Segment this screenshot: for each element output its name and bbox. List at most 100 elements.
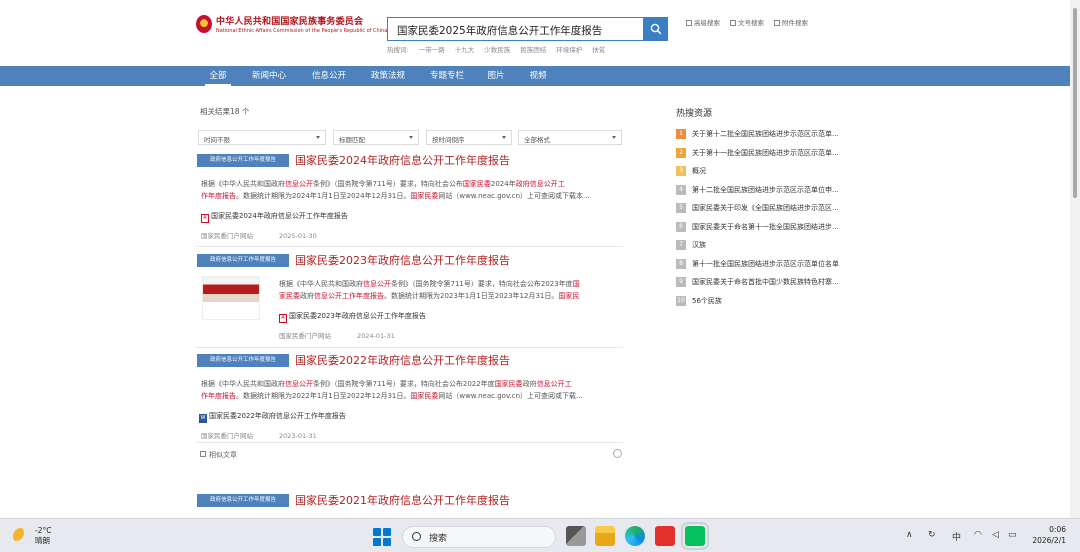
tab-info-disclosure[interactable]: 信息公开 <box>305 66 353 86</box>
national-emblem-icon <box>196 15 212 33</box>
hot-word[interactable]: 民族团结 <box>520 44 546 54</box>
result-title-link[interactable]: 国家民委2024年政府信息公开工作年度报告 <box>295 152 510 168</box>
tab-news[interactable]: 新闻中心 <box>245 66 293 86</box>
snippet-text: 根据《中华人民共和国政府 <box>201 180 285 188</box>
system-clock[interactable]: 0:06 2026/2/1 <box>1032 524 1066 546</box>
hot-word[interactable]: 扶贫 <box>592 44 605 54</box>
task-view-icon[interactable] <box>566 526 586 546</box>
site-logo[interactable]: 中华人民共和国国家民族事务委员会 National Ethnic Affairs… <box>196 14 387 34</box>
temperature: -2°C <box>35 526 52 535</box>
tab-images[interactable]: 图片 <box>482 66 510 86</box>
browser-window: 中华人民共和国国家民族事务委员会 National Ethnic Affairs… <box>0 0 1080 518</box>
taskbar-search[interactable]: 搜索 <box>402 526 556 548</box>
attachment-link[interactable]: A 国家民委2024年政府信息公开工作年度报告 <box>201 211 348 223</box>
weather-widget[interactable]: -2°C 晴朗 <box>13 526 51 546</box>
hot-resource-item[interactable]: 4 第十二批全国民族团结进步示范区示范单位申... <box>676 181 866 200</box>
result-date: 2024-01-31 <box>357 332 395 340</box>
input-method-indicator[interactable]: 中 <box>952 530 961 543</box>
hot-word[interactable]: 环境保护 <box>556 44 582 54</box>
snippet-line: 根据《中华人民共和国政府信息公开条例》（国务院令第711号）要求，特向社会公布国… <box>201 178 590 190</box>
category-badge: 政府信息公开工作年度报告 <box>197 494 289 507</box>
snippet-line: 根据《中华人民共和国政府信息公开条例》（国务院令第711号）要求，特向社会公布2… <box>201 378 583 390</box>
volume-icon[interactable]: ◁ <box>992 530 999 540</box>
attachment-icon <box>774 20 780 26</box>
snippet-text: 网站（www.neac.gov.cn）上可查阅或下载... <box>438 392 583 400</box>
sync-icon[interactable]: ↻ <box>928 530 936 540</box>
result-source: 国家民委门户网站 <box>201 232 253 240</box>
tab-special-topics[interactable]: 专题专栏 <box>423 66 471 86</box>
attachment-link[interactable]: A 国家民委2023年政府信息公开工作年度报告 <box>279 311 426 323</box>
highlighted-keyword: 国家民委 <box>494 380 523 388</box>
hot-word[interactable]: 少数民族 <box>484 44 510 54</box>
hot-resource-item[interactable]: 7 汉族 <box>676 236 866 255</box>
hot-resource-item[interactable]: 6 国家民委关于命名第十一批全国民族团结进步... <box>676 218 866 237</box>
sort-filter-select[interactable]: 按时间倒序 <box>426 130 512 145</box>
file-explorer-icon[interactable] <box>595 526 615 546</box>
snippet-text: 2024年 <box>490 180 516 188</box>
hot-resources-title: 热搜资源 <box>676 109 713 119</box>
search-mode-links: 高级搜索 文号搜索 附件搜索 <box>686 17 808 27</box>
result-date: 2023-01-31 <box>279 432 317 440</box>
word-doc-icon: W <box>199 414 207 423</box>
result-source: 国家民委门户网站 <box>201 432 253 440</box>
result-thumbnail[interactable] <box>202 276 260 320</box>
snippet-line: 家民委政府信息公开工作年度报告。数据统计期限为2023年1月1日至2023年12… <box>279 290 580 302</box>
pdf-icon: A <box>279 314 287 323</box>
result-title-link[interactable]: 国家民委2023年政府信息公开工作年度报告 <box>295 252 510 268</box>
tab-policy[interactable]: 政策法规 <box>364 66 412 86</box>
hot-resource-item[interactable]: 8 第十一批全国民族团结进步示范区示范单位名单 <box>676 255 866 274</box>
logo-subtitle: National Ethnic Affairs Commission of th… <box>216 28 388 34</box>
search-icon <box>412 532 421 541</box>
snippet-text: 政府 <box>300 292 314 300</box>
logo-title: 中华人民共和国国家民族事务委员会 <box>216 17 364 27</box>
hot-resource-item[interactable]: 9 国家民委关于命名首批中国少数民族特色村寨... <box>676 273 866 292</box>
search-result: 政府信息公开工作年度报告 国家民委2024年政府信息公开工作年度报告 根据《中华… <box>197 154 623 244</box>
hot-word[interactable]: 一带一路 <box>419 44 445 54</box>
result-title-link[interactable]: 国家民委2021年政府信息公开工作年度报告 <box>295 492 510 508</box>
category-badge: 政府信息公开工作年度报告 <box>197 154 289 167</box>
wifi-icon[interactable]: ◠ <box>974 530 982 540</box>
scrollbar-thumb[interactable] <box>1073 8 1077 198</box>
snippet-text: 网站（www.neac.gov.cn）上可查阅或下载本... <box>438 192 590 200</box>
match-filter-select[interactable]: 标题匹配 <box>333 130 419 145</box>
tab-all[interactable]: 全部 <box>203 66 233 86</box>
result-title-link[interactable]: 国家民委2022年政府信息公开工作年度报告 <box>295 352 510 368</box>
start-button[interactable] <box>373 528 391 546</box>
tab-videos[interactable]: 视频 <box>524 66 552 86</box>
snippet-line: 作年度报告。数据统计期限为2024年1月1日至2024年12月31日。国家民委网… <box>201 190 590 202</box>
chevron-up-icon[interactable]: ∧ <box>906 530 913 540</box>
snippet-text: 。数据统计期限为2022年1月1日至2022年12月31日。 <box>236 392 411 400</box>
hot-word[interactable]: 十九大 <box>455 44 475 54</box>
advanced-search-link[interactable]: 高级搜索 <box>686 17 720 27</box>
edge-browser-icon[interactable] <box>625 526 645 546</box>
time-filter-select[interactable]: 时间不限 <box>198 130 326 145</box>
result-divider <box>197 347 623 348</box>
result-meta: 国家民委门户网站 2024-01-31 <box>279 330 395 340</box>
hot-resource-item[interactable]: 2 关于第十一批全国民族团结进步示范区示范单... <box>676 144 866 163</box>
highlighted-keyword: 信息公开工 <box>536 380 572 388</box>
hot-resource-item[interactable]: 1 关于第十二批全国民族团结进步示范区示范单... <box>676 125 866 144</box>
collapse-icon[interactable] <box>613 449 622 458</box>
search-button[interactable] <box>643 17 668 41</box>
battery-icon[interactable]: ▭ <box>1008 530 1017 540</box>
format-filter-select[interactable]: 全部格式 <box>518 130 622 145</box>
search-result: 政府信息公开工作年度报告 国家民委2022年政府信息公开工作年度报告 根据《中华… <box>197 354 623 444</box>
hot-resources-panel: 热搜资源 1 关于第十二批全国民族团结进步示范区示范单... 2 关于第十一批全国民… <box>676 106 866 310</box>
wechat-icon[interactable] <box>681 522 709 550</box>
wps-office-icon[interactable] <box>655 526 675 546</box>
hot-resource-item[interactable]: 10 56个民族 <box>676 292 866 311</box>
attachment-link[interactable]: W 国家民委2022年政府信息公开工作年度报告 <box>199 411 346 423</box>
hot-resource-item[interactable]: 5 国家民委关于印发《全国民族团结进步示范区... <box>676 199 866 218</box>
result-date: 2025-01-30 <box>279 232 317 240</box>
doc-number-search-link[interactable]: 文号搜索 <box>730 17 764 27</box>
vertical-scrollbar[interactable] <box>1070 0 1080 518</box>
attachment-search-link[interactable]: 附件搜索 <box>774 17 808 27</box>
search-result: 政府信息公开工作年度报告 国家民委2023年政府信息公开工作年度报告 根据《中华… <box>197 254 623 346</box>
hot-resource-item[interactable]: 3 概况 <box>676 162 866 181</box>
search-input[interactable]: 国家民委2025年政府信息公开工作年度报告 <box>387 17 643 41</box>
similar-articles-link[interactable]: 相似文章 <box>200 450 237 460</box>
highlighted-keyword: 国 <box>572 280 580 288</box>
moon-icon <box>13 528 29 544</box>
snippet-text: 条例》（国务院令第711号）要求，特向社会公布 <box>313 180 463 188</box>
results-count: 相关结果18 个 <box>200 107 250 116</box>
